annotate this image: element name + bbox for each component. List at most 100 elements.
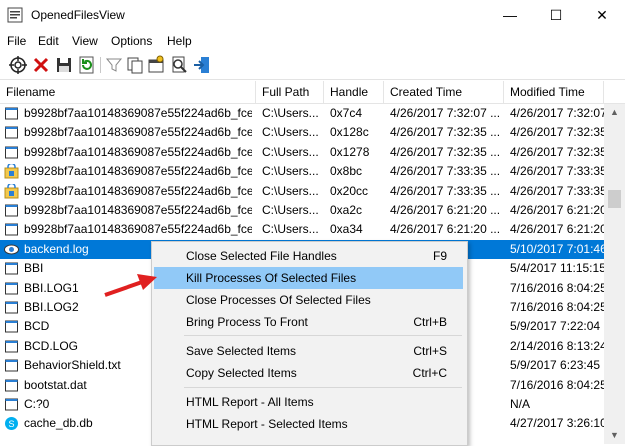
cell-modified-time: 5/4/2017 11:15:15 xyxy=(510,261,604,276)
table-row[interactable]: b9928bf7aa10148369087e55f224ad6b_fce8...… xyxy=(0,220,604,239)
cell-full-path: C:\Users... xyxy=(262,183,319,198)
vertical-scrollbar[interactable]: ▲ ▼ xyxy=(604,104,625,444)
scroll-up-arrow-icon[interactable]: ▲ xyxy=(604,104,625,121)
cell-filename: b9928bf7aa10148369087e55f224ad6b_fce8... xyxy=(24,183,252,198)
menu-item-label: Copy Selected Items xyxy=(186,366,297,380)
menu-item-label: HTML Report - All Items xyxy=(186,395,314,409)
refresh-icon[interactable] xyxy=(77,55,97,75)
file-icon xyxy=(5,282,18,295)
column-header-handle[interactable]: Handle xyxy=(324,81,384,103)
file-icon xyxy=(5,340,18,353)
exit-icon[interactable] xyxy=(192,55,212,75)
locked-folder-icon xyxy=(4,164,19,179)
cell-created-time: 4/26/2017 7:32:07 ... xyxy=(390,106,501,120)
cell-full-path: C:\Users... xyxy=(262,203,319,217)
cell-modified-time: N/A xyxy=(510,397,531,411)
cell-full-path: C:\Users... xyxy=(262,222,319,237)
delete-x-icon[interactable] xyxy=(31,55,51,75)
file-icon xyxy=(5,379,18,392)
file-icon xyxy=(5,204,18,217)
cell-created-time: 4/26/2017 7:32:35 ... xyxy=(390,144,501,159)
cell-full-path: C:\Users... xyxy=(262,106,319,120)
table-row[interactable]: b9928bf7aa10148369087e55f224ad6b_fce8...… xyxy=(0,201,604,220)
title-bar: OpenedFilesView — ☐ ✕ xyxy=(0,0,625,31)
cell-filename: b9928bf7aa10148369087e55f224ad6b_fce8... xyxy=(24,203,252,217)
save-icon[interactable] xyxy=(54,55,74,75)
menu-file[interactable]: File xyxy=(7,34,26,48)
cell-modified-time: 5/9/2017 7:22:04 P xyxy=(510,319,604,334)
context-menu: Close Selected File Handles F9 Kill Proc… xyxy=(151,241,468,446)
red-arrow-icon xyxy=(104,274,157,297)
menu-item-shortcut: Ctrl+C xyxy=(412,366,447,380)
column-header-modified-time[interactable]: Modified Time xyxy=(504,81,604,103)
window-title: OpenedFilesView xyxy=(31,8,125,22)
toolbar xyxy=(0,51,625,80)
file-icon xyxy=(5,107,18,120)
close-button[interactable]: ✕ xyxy=(579,0,625,31)
cell-full-path: C:\Users... xyxy=(262,144,319,159)
scroll-down-arrow-icon[interactable]: ▼ xyxy=(604,427,625,444)
menu-edit[interactable]: Edit xyxy=(38,34,59,48)
cell-filename: b9928bf7aa10148369087e55f224ad6b_fce8... xyxy=(24,106,252,120)
cell-handle: 0x20cc xyxy=(330,183,369,198)
menu-options[interactable]: Options xyxy=(111,34,152,48)
file-icon xyxy=(5,126,18,139)
cell-created-time: 4/26/2017 6:21:20 ... xyxy=(390,222,501,237)
table-row[interactable]: b9928bf7aa10148369087e55f224ad6b_fce8...… xyxy=(0,182,604,201)
table-row[interactable]: b9928bf7aa10148369087e55f224ad6b_fce8...… xyxy=(0,162,604,181)
cell-modified-time: 7/16/2016 8:04:25 xyxy=(510,280,604,295)
cell-filename: b9928bf7aa10148369087e55f224ad6b_fce8... xyxy=(24,144,252,159)
menu-help[interactable]: Help xyxy=(167,34,192,48)
menu-item-shortcut: F9 xyxy=(432,249,447,263)
menu-item-label: Close Processes Of Selected Files xyxy=(186,293,371,307)
menu-item-html-all[interactable]: HTML Report - All Items xyxy=(154,391,463,413)
cell-handle: 0x128c xyxy=(330,125,369,140)
scroll-thumb[interactable] xyxy=(608,190,621,208)
cell-handle: 0xa2c xyxy=(330,203,363,217)
menu-item-kill-processes[interactable]: Kill Processes Of Selected Files xyxy=(154,267,463,289)
cell-created-time: 4/26/2017 7:33:35 ... xyxy=(390,183,501,198)
menu-view[interactable]: View xyxy=(72,34,98,48)
table-row[interactable]: b9928bf7aa10148369087e55f224ad6b_fce8...… xyxy=(0,123,604,142)
cell-modified-time: 7/16/2016 8:04:25 xyxy=(510,377,604,392)
menu-item-shortcut: Ctrl+S xyxy=(413,344,447,358)
menu-item-copy-selected[interactable]: Copy Selected Items Ctrl+C xyxy=(154,362,463,384)
table-row[interactable]: b9928bf7aa10148369087e55f224ad6b_fce8...… xyxy=(0,104,604,123)
menu-item-bring-to-front[interactable]: Bring Process To Front Ctrl+B xyxy=(154,311,463,333)
filter-icon[interactable] xyxy=(104,55,124,75)
toolbar-separator xyxy=(100,57,101,73)
menu-item-label: Close Selected File Handles xyxy=(186,249,337,263)
menu-item-shortcut: Ctrl+B xyxy=(413,315,447,329)
maximize-button[interactable]: ☐ xyxy=(533,0,579,31)
cell-handle: 0x1278 xyxy=(330,144,370,159)
cell-modified-time: 4/26/2017 7:32:07 xyxy=(510,106,604,120)
menu-item-close-handles[interactable]: Close Selected File Handles F9 xyxy=(154,245,463,267)
properties-icon[interactable] xyxy=(146,55,166,75)
html-report-icon[interactable] xyxy=(169,55,189,75)
column-header-filename[interactable]: Filename xyxy=(0,81,256,103)
menu-separator xyxy=(184,335,462,336)
target-icon[interactable] xyxy=(8,55,28,75)
menu-item-close-processes[interactable]: Close Processes Of Selected Files xyxy=(154,289,463,311)
file-icon xyxy=(5,320,18,333)
cell-created-time: 4/26/2017 7:33:35 ... xyxy=(390,164,501,179)
menu-item-label: Save Selected Items xyxy=(186,344,297,358)
table-row[interactable]: b9928bf7aa10148369087e55f224ad6b_fce8...… xyxy=(0,143,604,162)
column-header-created-time[interactable]: Created Time xyxy=(384,81,504,103)
file-icon xyxy=(5,398,18,411)
menu-item-html-selected[interactable]: HTML Report - Selected Items xyxy=(154,413,463,435)
menu-separator xyxy=(184,387,462,388)
cell-filename: b9928bf7aa10148369087e55f224ad6b_fce8... xyxy=(24,222,252,237)
cell-handle: 0x8bc xyxy=(330,164,363,179)
column-header-full-path[interactable]: Full Path xyxy=(256,81,324,103)
file-icon xyxy=(5,301,18,314)
skype-icon: S xyxy=(5,417,18,431)
copy-icon[interactable] xyxy=(125,55,145,75)
minimize-button[interactable]: — xyxy=(487,0,533,31)
menu-item-save-selected[interactable]: Save Selected Items Ctrl+S xyxy=(154,340,463,362)
cell-modified-time: 5/10/2017 7:01:46 xyxy=(510,241,604,256)
cell-handle: 0x7c4 xyxy=(330,106,363,120)
column-header-row: Filename Full Path Handle Created Time M… xyxy=(0,81,625,104)
cell-full-path: C:\Users... xyxy=(262,125,319,140)
cell-modified-time: 4/26/2017 6:21:20 xyxy=(510,203,604,217)
